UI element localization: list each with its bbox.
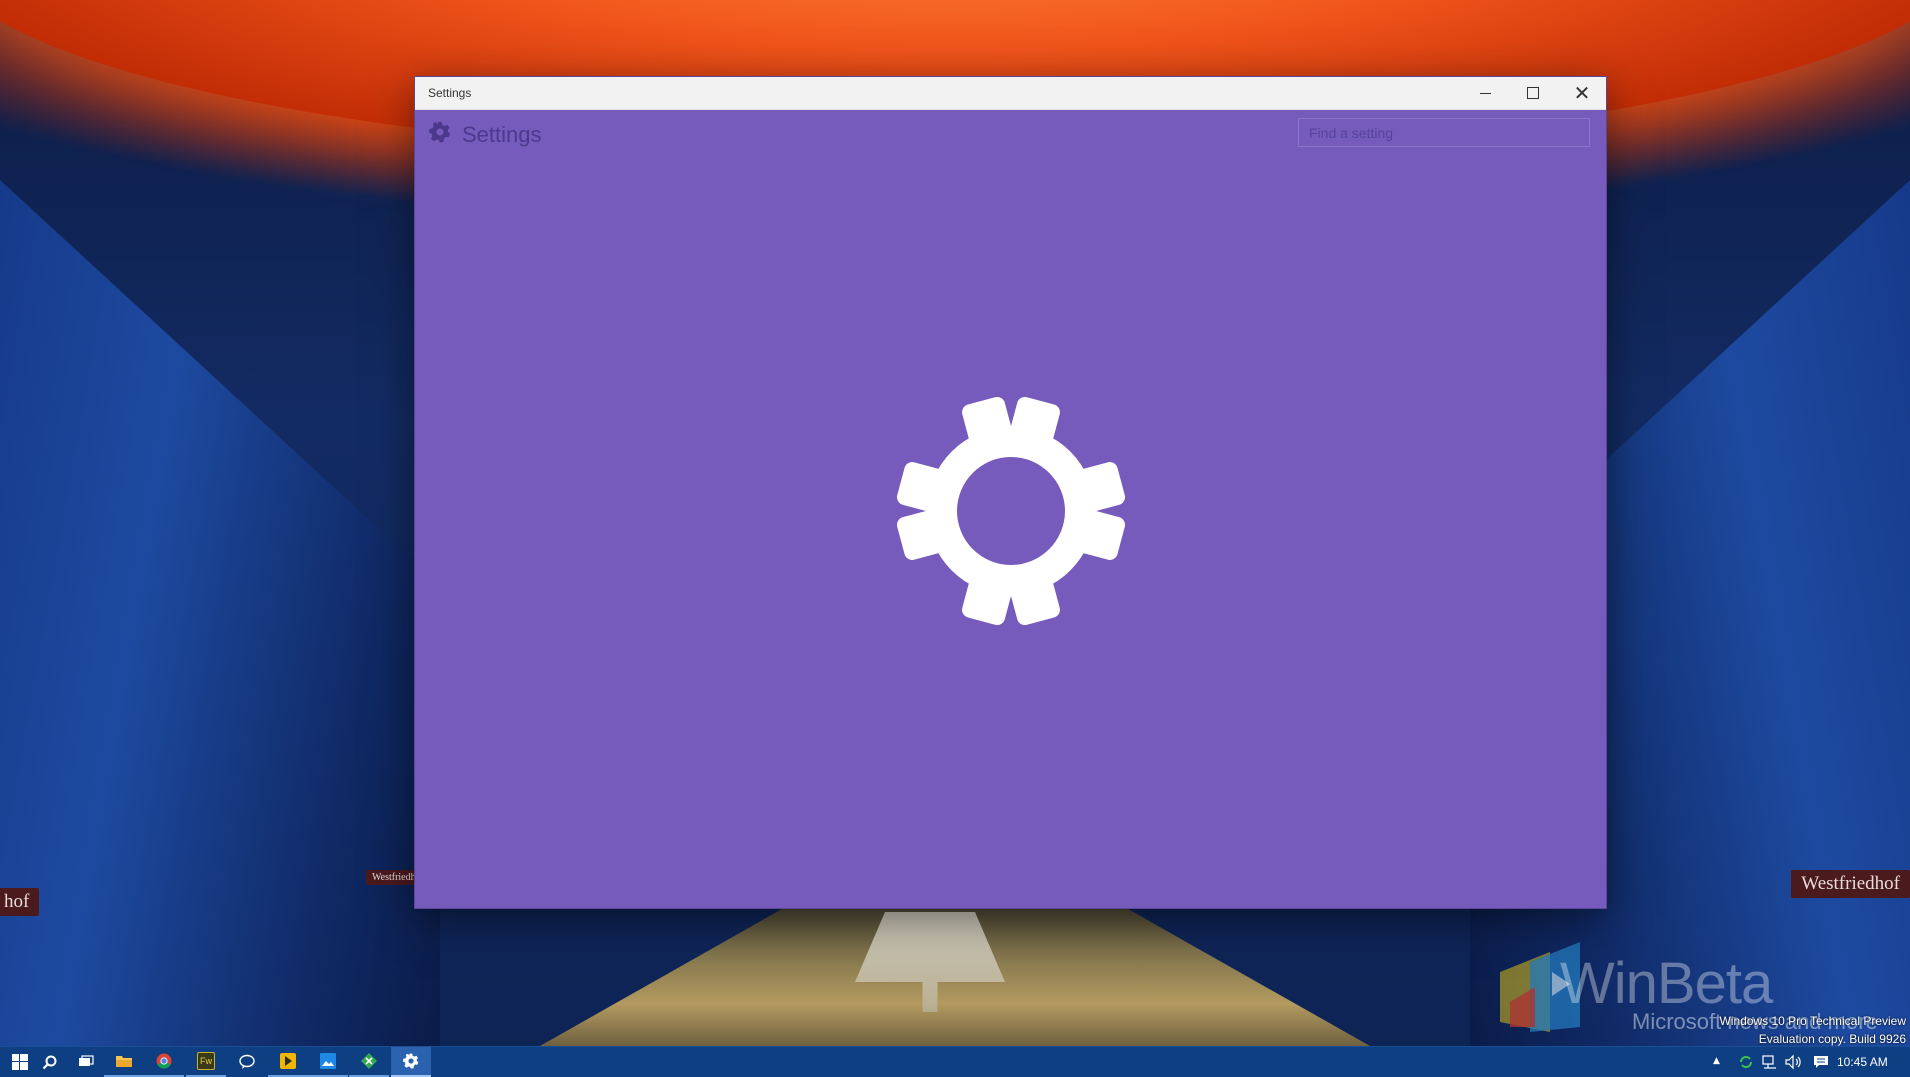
volume-icon[interactable] — [1785, 1054, 1803, 1070]
search-icon — [42, 1055, 57, 1070]
taskbar-fireworks[interactable]: Fw — [186, 1047, 226, 1077]
taskbar-photos[interactable] — [308, 1047, 348, 1077]
network-icon[interactable] — [1762, 1054, 1778, 1070]
photos-icon — [320, 1053, 336, 1069]
search-button[interactable] — [30, 1047, 70, 1077]
station-sign-right: Westfriedhof — [1791, 870, 1910, 898]
taskbar-file-explorer[interactable] — [104, 1047, 144, 1077]
task-view-button[interactable] — [66, 1047, 106, 1077]
taskbar: Fw ▲ 10:45 AM — [0, 1046, 1910, 1077]
minimize-button[interactable] — [1461, 77, 1509, 109]
settings-window[interactable]: Settings ✕ Settings — [415, 77, 1606, 908]
task-view-icon — [79, 1055, 94, 1066]
evaluation-copy-notice: Windows 10 Pro Technical Preview Evaluat… — [1719, 1012, 1906, 1046]
eval-line-2: Evaluation copy. Build 9926 — [1758, 1032, 1906, 1046]
chrome-icon — [156, 1053, 172, 1069]
windows-logo-icon — [12, 1054, 28, 1070]
close-button[interactable]: ✕ — [1558, 77, 1606, 109]
show-hidden-icons-button[interactable]: ▲ — [1713, 1056, 1720, 1066]
taskbar-chrome[interactable] — [144, 1047, 184, 1077]
splash-gear-icon — [896, 396, 1126, 626]
taskbar-messaging[interactable] — [227, 1047, 267, 1077]
taskbar-media[interactable] — [268, 1047, 308, 1077]
gear-icon — [403, 1053, 419, 1069]
action-center-icon[interactable] — [1813, 1054, 1829, 1070]
taskbar-settings[interactable] — [391, 1047, 431, 1077]
fireworks-icon: Fw — [197, 1052, 215, 1070]
minimize-icon — [1479, 92, 1491, 94]
taskbar-clock[interactable]: 10:45 AM — [1837, 1055, 1888, 1069]
maximize-icon — [1527, 87, 1539, 99]
wallpaper-left-wall — [0, 180, 440, 1046]
taskbar-xbox[interactable] — [349, 1047, 389, 1077]
app-header: Settings — [415, 109, 1606, 159]
gear-icon — [429, 121, 451, 143]
window-titlebar[interactable]: Settings ✕ — [415, 77, 1606, 110]
page-title: Settings — [462, 122, 542, 147]
close-icon: ✕ — [1573, 81, 1591, 105]
folder-icon — [116, 1056, 132, 1067]
xbox-icon — [361, 1053, 377, 1069]
eval-line-1: Windows 10 Pro Technical Preview — [1719, 1014, 1906, 1028]
maximize-button[interactable] — [1509, 77, 1557, 109]
chat-icon — [239, 1054, 255, 1069]
station-sign-left: hof — [0, 888, 40, 916]
watermark-brand: WinBeta — [1560, 951, 1773, 1016]
search-input[interactable] — [1298, 118, 1590, 147]
sync-icon[interactable] — [1738, 1054, 1754, 1070]
media-icon — [280, 1053, 296, 1069]
window-title: Settings — [428, 86, 472, 100]
